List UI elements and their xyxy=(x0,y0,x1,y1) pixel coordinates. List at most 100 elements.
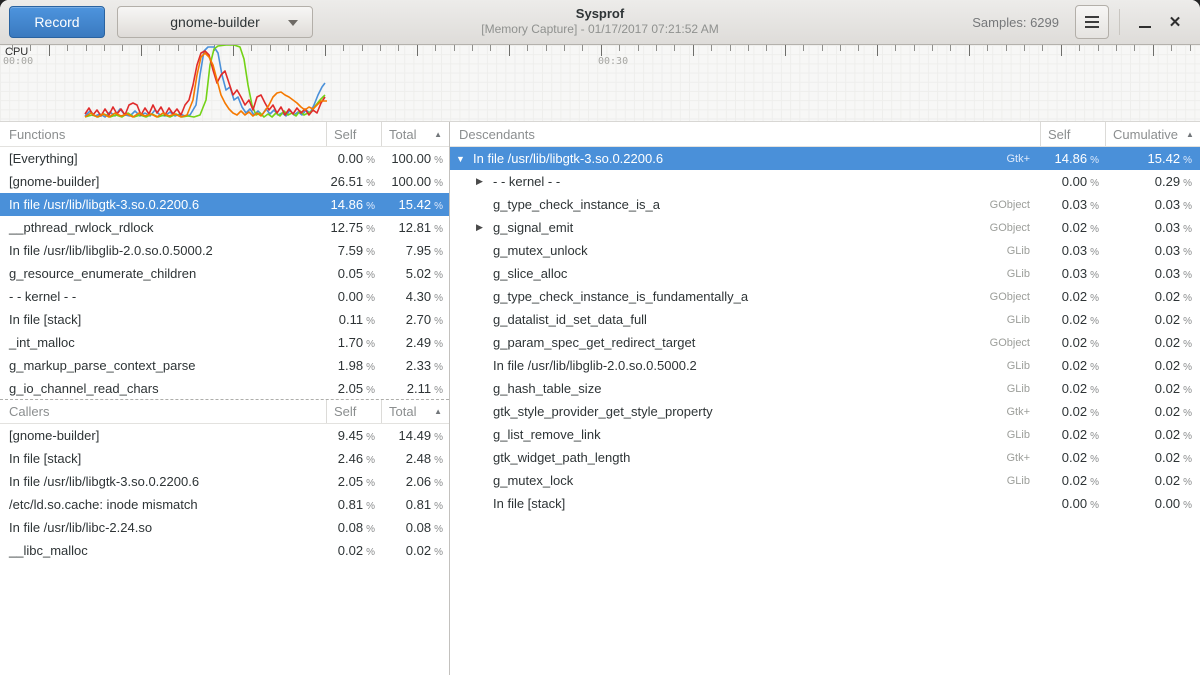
expander-icon[interactable]: ▶ xyxy=(476,222,491,233)
descendant-cumulative-value: 0.02% xyxy=(1105,289,1200,304)
function-row[interactable]: [Everything] 0.00% 100.00% xyxy=(0,147,449,170)
descendant-self-value: 0.02% xyxy=(1040,404,1105,419)
minimize-button[interactable] xyxy=(1130,5,1160,39)
chevron-down-icon xyxy=(288,20,298,26)
descendants-cumulative-column-header[interactable]: Cumulative▲ xyxy=(1105,122,1200,146)
function-self-value: 0.11% xyxy=(326,312,381,327)
descendant-row[interactable]: g_list_remove_link GLib 0.02% 0.02% xyxy=(450,423,1200,446)
caller-row[interactable]: __libc_malloc 0.02% 0.02% xyxy=(0,539,449,562)
caller-row[interactable]: /etc/ld.so.cache: inode mismatch 0.81% 0… xyxy=(0,493,449,516)
function-self-value: 14.86% xyxy=(326,197,381,212)
descendant-category: GLib xyxy=(952,268,1040,280)
expander-icon[interactable]: ▶ xyxy=(476,176,491,187)
descendant-category: GObject xyxy=(952,222,1040,234)
time-label: 00:00 xyxy=(3,56,33,67)
target-selector-dropdown[interactable]: gnome-builder xyxy=(117,6,313,38)
function-self-value: 26.51% xyxy=(326,174,381,189)
descendant-row[interactable]: g_slice_alloc GLib 0.03% 0.03% xyxy=(450,262,1200,285)
descendant-row[interactable]: ▼ In file /usr/lib/libgtk-3.so.0.2200.6 … xyxy=(450,147,1200,170)
descendants-pane: Descendants Self Cumulative▲ ▼ In file /… xyxy=(450,122,1200,675)
cpu-series-cpu-orange xyxy=(85,53,327,117)
descendant-name: In file /usr/lib/libgtk-3.so.0.2200.6 xyxy=(471,151,663,166)
descendant-row[interactable]: ▶ g_signal_emit GObject 0.02% 0.03% xyxy=(450,216,1200,239)
sort-ascending-icon: ▲ xyxy=(426,407,442,416)
descendant-name: g_list_remove_link xyxy=(491,427,601,442)
function-self-value: 12.75% xyxy=(326,220,381,235)
titlebar-right-group: Samples: 6299 ✕ xyxy=(972,5,1194,39)
descendant-self-value: 0.02% xyxy=(1040,312,1105,327)
callers-total-column-header[interactable]: Total▲ xyxy=(381,400,449,423)
descendant-name: g_signal_emit xyxy=(491,220,573,235)
descendant-category: Gtk+ xyxy=(952,406,1040,418)
function-row[interactable]: _int_malloc 1.70% 2.49% xyxy=(0,331,449,354)
descendant-row[interactable]: gtk_style_provider_get_style_property Gt… xyxy=(450,400,1200,423)
descendant-cumulative-value: 0.03% xyxy=(1105,243,1200,258)
descendant-self-value: 0.02% xyxy=(1040,289,1105,304)
caller-total-value: 14.49% xyxy=(381,428,449,443)
callers-table: [gnome-builder] 9.45% 14.49% In file [st… xyxy=(0,424,449,562)
record-button[interactable]: Record xyxy=(9,6,105,38)
function-row[interactable]: In file /usr/lib/libglib-2.0.so.0.5000.2… xyxy=(0,239,449,262)
function-name: g_io_channel_read_chars xyxy=(0,381,326,396)
descendant-name: g_hash_table_size xyxy=(491,381,601,396)
functions-total-column-header[interactable]: Total▲ xyxy=(381,122,449,146)
function-row[interactable]: In file /usr/lib/libgtk-3.so.0.2200.6 14… xyxy=(0,193,449,216)
cpu-graph[interactable]: CPU 00:0000:30 xyxy=(0,45,1200,122)
caller-row[interactable]: [gnome-builder] 9.45% 14.49% xyxy=(0,424,449,447)
caller-row[interactable]: In file /usr/lib/libc-2.24.so 0.08% 0.08… xyxy=(0,516,449,539)
callers-self-column-header[interactable]: Self xyxy=(326,400,381,423)
functions-column-header[interactable]: Functions xyxy=(0,122,326,146)
callers-column-header[interactable]: Callers xyxy=(0,400,326,423)
function-row[interactable]: - - kernel - - 0.00% 4.30% xyxy=(0,285,449,308)
function-row[interactable]: [gnome-builder] 26.51% 100.00% xyxy=(0,170,449,193)
descendant-row[interactable]: g_type_check_instance_is_fundamentally_a… xyxy=(450,285,1200,308)
function-row[interactable]: g_markup_parse_context_parse 1.98% 2.33% xyxy=(0,354,449,377)
descendant-category: GObject xyxy=(952,337,1040,349)
function-row[interactable]: g_io_channel_read_chars 2.05% 2.11% xyxy=(0,377,449,399)
descendant-name: g_mutex_unlock xyxy=(491,243,588,258)
descendant-name-cell: g_type_check_instance_is_a xyxy=(450,197,952,212)
caller-name: [gnome-builder] xyxy=(0,428,326,443)
expander-icon[interactable]: ▼ xyxy=(456,154,471,164)
function-row[interactable]: __pthread_rwlock_rdlock 12.75% 12.81% xyxy=(0,216,449,239)
descendants-self-column-header[interactable]: Self xyxy=(1040,122,1105,146)
descendant-row[interactable]: g_hash_table_size GLib 0.02% 0.02% xyxy=(450,377,1200,400)
descendant-name-cell: g_slice_alloc xyxy=(450,266,952,281)
function-row[interactable]: In file [stack] 0.11% 2.70% xyxy=(0,308,449,331)
caller-name: __libc_malloc xyxy=(0,543,326,558)
descendant-name-cell: ▶ g_signal_emit xyxy=(450,220,952,235)
functions-self-column-header[interactable]: Self xyxy=(326,122,381,146)
descendant-name-cell: ▼ In file /usr/lib/libgtk-3.so.0.2200.6 xyxy=(450,151,952,166)
descendant-self-value: 0.02% xyxy=(1040,358,1105,373)
descendant-row[interactable]: g_mutex_lock GLib 0.02% 0.02% xyxy=(450,469,1200,492)
descendant-name-cell: g_param_spec_get_redirect_target xyxy=(450,335,952,350)
descendant-row[interactable]: g_mutex_unlock GLib 0.03% 0.03% xyxy=(450,239,1200,262)
cpu-series-cpu-blue xyxy=(85,47,325,117)
function-row[interactable]: g_resource_enumerate_children 0.05% 5.02… xyxy=(0,262,449,285)
descendant-category: GLib xyxy=(952,429,1040,441)
descendant-row[interactable]: g_type_check_instance_is_a GObject 0.03%… xyxy=(450,193,1200,216)
descendant-name-cell: g_mutex_lock xyxy=(450,473,952,488)
descendant-row[interactable]: g_datalist_id_set_data_full GLib 0.02% 0… xyxy=(450,308,1200,331)
caller-row[interactable]: In file /usr/lib/libgtk-3.so.0.2200.6 2.… xyxy=(0,470,449,493)
descendant-row[interactable]: In file /usr/lib/libglib-2.0.so.0.5000.2… xyxy=(450,354,1200,377)
descendant-cumulative-value: 0.02% xyxy=(1105,312,1200,327)
descendants-column-header[interactable]: Descendants xyxy=(450,122,1040,146)
descendant-self-value: 0.02% xyxy=(1040,335,1105,350)
cpu-series-cpu-green xyxy=(85,45,325,117)
descendant-row[interactable]: g_param_spec_get_redirect_target GObject… xyxy=(450,331,1200,354)
caller-total-value: 2.48% xyxy=(381,451,449,466)
menu-button[interactable] xyxy=(1075,5,1109,39)
descendant-category: GLib xyxy=(952,314,1040,326)
descendant-cumulative-value: 0.03% xyxy=(1105,197,1200,212)
cpu-series-cpu-red xyxy=(85,51,325,116)
descendant-row[interactable]: In file [stack] 0.00% 0.00% xyxy=(450,492,1200,515)
descendant-row[interactable]: gtk_widget_path_length Gtk+ 0.02% 0.02% xyxy=(450,446,1200,469)
close-button[interactable]: ✕ xyxy=(1160,5,1190,39)
descendant-category: GLib xyxy=(952,383,1040,395)
caller-row[interactable]: In file [stack] 2.46% 2.48% xyxy=(0,447,449,470)
caller-name: In file /usr/lib/libgtk-3.so.0.2200.6 xyxy=(0,474,326,489)
functions-table: [Everything] 0.00% 100.00% [gnome-builde… xyxy=(0,147,449,399)
function-name: [gnome-builder] xyxy=(0,174,326,189)
descendant-row[interactable]: ▶ - - kernel - - 0.00% 0.29% xyxy=(450,170,1200,193)
